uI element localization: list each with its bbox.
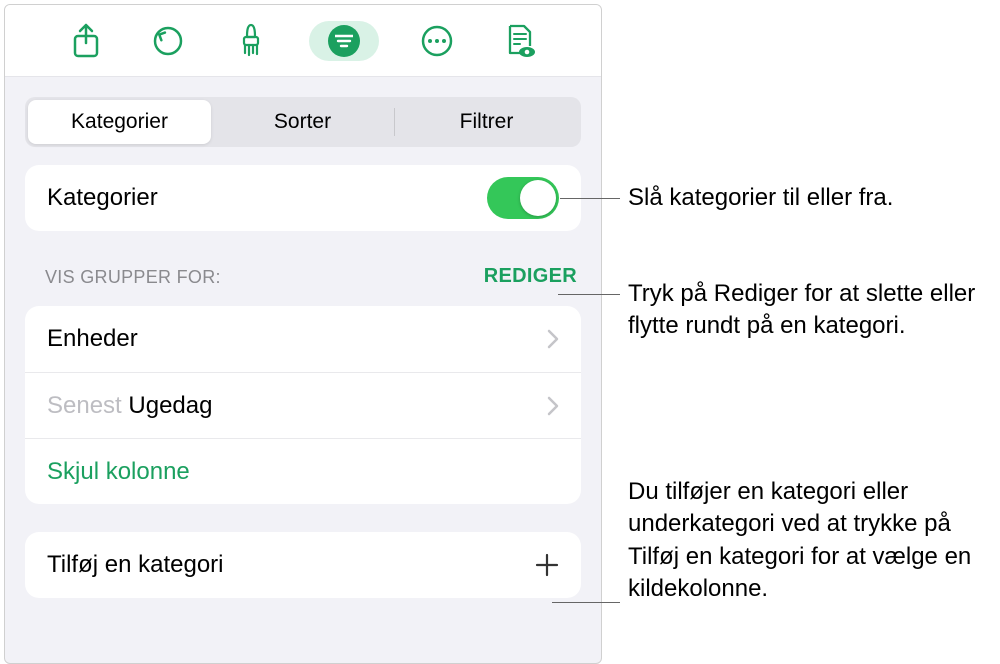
chevron-right-icon <box>547 396 559 416</box>
tab-categories[interactable]: Kategorier <box>28 100 211 144</box>
segmented-control: Kategorier Sorter Filtrer <box>25 97 581 147</box>
categories-toggle-card: Kategorier <box>25 165 581 231</box>
toggle-knob <box>520 180 556 216</box>
tab-label: Kategorier <box>71 110 168 134</box>
share-icon <box>71 23 101 59</box>
tab-filter[interactable]: Filtrer <box>395 100 578 144</box>
add-category-row[interactable]: Tilføj en kategori <box>25 532 581 598</box>
share-button[interactable] <box>62 17 110 65</box>
callout-lead <box>552 602 620 603</box>
categories-toggle-row: Kategorier <box>25 165 581 231</box>
add-category-card: Tilføj en kategori <box>25 532 581 598</box>
row-label: Tilføj en kategori <box>47 551 224 579</box>
tab-sort[interactable]: Sorter <box>211 100 394 144</box>
format-button[interactable] <box>227 17 275 65</box>
toolbar <box>5 5 601 77</box>
groups-section-header: VIS GRUPPER FOR: REDIGER <box>45 265 577 288</box>
toggle-label: Kategorier <box>47 184 158 212</box>
paintbrush-icon <box>235 23 267 59</box>
plus-icon <box>535 553 559 577</box>
row-label: Senest Ugedag <box>47 392 212 420</box>
groups-card: Enheder Senest Ugedag Skjul kolonne <box>25 306 581 504</box>
more-icon <box>420 24 454 58</box>
row-label: Enheder <box>47 325 138 353</box>
organize-panel: Kategorier Sorter Filtrer Kategorier VIS… <box>4 4 602 664</box>
callout-add: Du tilføjer en kategori eller underkateg… <box>628 476 988 606</box>
tab-label: Sorter <box>274 110 331 134</box>
document-eye-icon <box>504 23 536 59</box>
edit-button[interactable]: REDIGER <box>484 265 577 288</box>
categories-toggle[interactable] <box>487 177 559 219</box>
undo-button[interactable] <box>144 17 192 65</box>
organize-button[interactable] <box>309 21 379 61</box>
group-row-enheder[interactable]: Enheder <box>25 306 581 372</box>
row-label: Skjul kolonne <box>47 458 190 486</box>
more-button[interactable] <box>413 17 461 65</box>
section-title: VIS GRUPPER FOR: <box>45 267 221 288</box>
callout-lead <box>558 294 620 295</box>
chevron-right-icon <box>547 329 559 349</box>
hide-column-button[interactable]: Skjul kolonne <box>25 438 581 504</box>
group-row-senest-ugedag[interactable]: Senest Ugedag <box>25 372 581 438</box>
organize-icon <box>335 34 353 48</box>
undo-icon <box>151 24 185 58</box>
callout-edit: Tryk på Rediger for at slette eller flyt… <box>628 278 978 343</box>
callout-lead <box>560 198 620 199</box>
tab-label: Filtrer <box>460 110 514 134</box>
callout-toggle: Slå kategorier til eller fra. <box>628 182 893 214</box>
reading-mode-button[interactable] <box>496 17 544 65</box>
